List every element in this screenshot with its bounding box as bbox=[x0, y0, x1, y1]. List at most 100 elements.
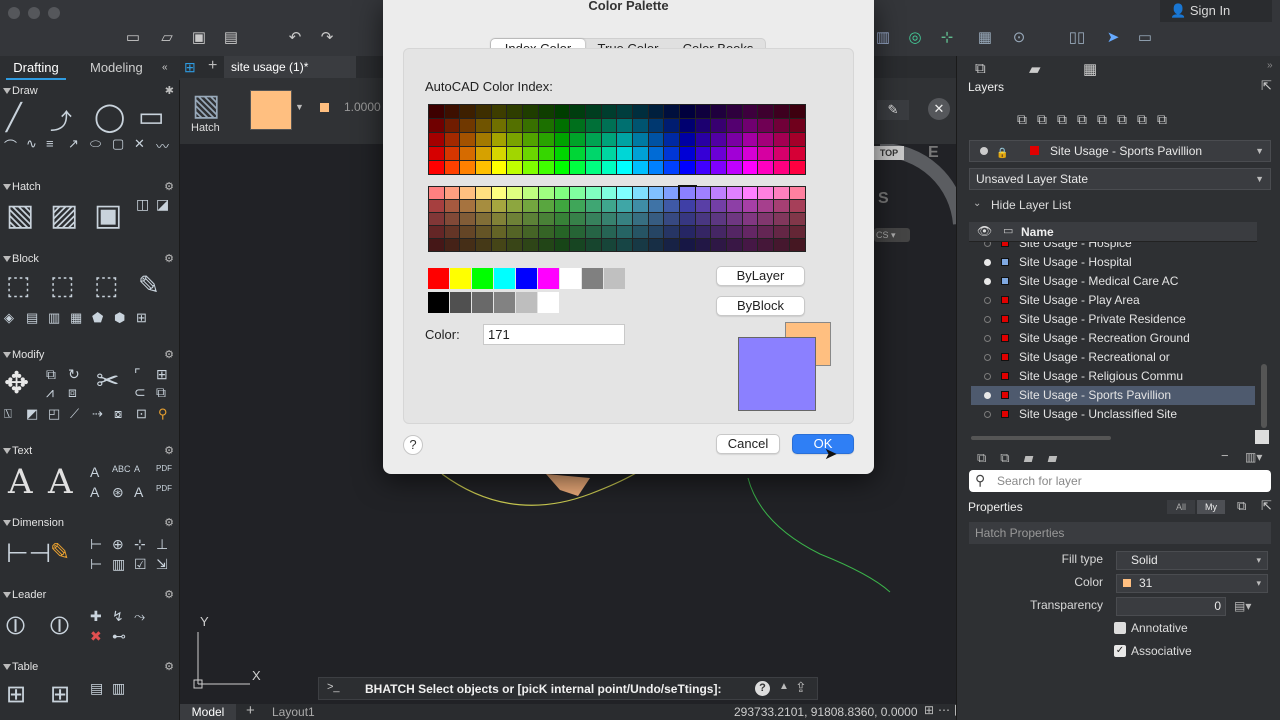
swatch-red[interactable] bbox=[428, 268, 449, 289]
extend-icon[interactable]: ⟋ bbox=[70, 406, 79, 422]
swatch-gray[interactable] bbox=[582, 268, 603, 289]
command-prompt-icon[interactable]: >_ bbox=[327, 681, 340, 693]
aci-swatch[interactable] bbox=[507, 200, 523, 212]
table-style-icon[interactable]: ▤ bbox=[90, 680, 103, 697]
aci-swatch[interactable] bbox=[507, 213, 523, 225]
layer-visibility-icon[interactable] bbox=[984, 354, 991, 361]
aci-swatch[interactable] bbox=[507, 239, 523, 251]
layer-visibility-icon[interactable] bbox=[984, 242, 991, 247]
aci-swatch[interactable] bbox=[491, 213, 507, 225]
multiline-text-icon[interactable]: A bbox=[8, 462, 33, 502]
aci-swatch[interactable] bbox=[680, 105, 695, 118]
aci-swatch[interactable] bbox=[507, 133, 523, 146]
attr-display-icon[interactable]: ⬢ bbox=[114, 310, 125, 326]
aci-swatch[interactable] bbox=[444, 213, 460, 225]
aci-swatch[interactable] bbox=[774, 200, 789, 212]
aci-swatch[interactable] bbox=[758, 187, 774, 199]
aci-swatch[interactable] bbox=[758, 147, 774, 160]
tab-site-usage[interactable]: site usage (1)* bbox=[224, 56, 356, 78]
bylayer-button[interactable]: ByLayer bbox=[716, 266, 805, 286]
aci-swatch[interactable] bbox=[632, 161, 648, 174]
aci-swatch[interactable] bbox=[742, 119, 758, 132]
aci-swatch[interactable] bbox=[476, 119, 491, 132]
layer-visibility-icon[interactable] bbox=[984, 392, 991, 399]
blocks-panel-icon[interactable]: ▰ bbox=[1029, 60, 1041, 78]
aci-swatch[interactable] bbox=[648, 105, 664, 118]
refresh-icon[interactable]: ◎ bbox=[906, 30, 924, 46]
align-icon[interactable]: ⧇ bbox=[114, 406, 122, 422]
layer-color-swatch[interactable] bbox=[1001, 315, 1009, 323]
close-window-button[interactable] bbox=[8, 7, 20, 19]
aci-swatch[interactable] bbox=[632, 239, 648, 251]
leader-edit-icon[interactable]: ⦶ bbox=[50, 610, 69, 642]
aci-swatch[interactable] bbox=[570, 147, 585, 160]
eye-icon[interactable]: 👁 bbox=[977, 224, 992, 238]
aci-swatch[interactable] bbox=[774, 147, 789, 160]
find-replace-icon[interactable]: A bbox=[90, 484, 99, 500]
aci-swatch[interactable] bbox=[711, 187, 727, 199]
aci-swatch[interactable] bbox=[727, 105, 742, 118]
aci-swatch[interactable] bbox=[570, 239, 585, 251]
aci-swatch[interactable] bbox=[617, 226, 632, 238]
scale-tool-icon[interactable]: ⧉ bbox=[156, 384, 166, 401]
swatch-white[interactable] bbox=[560, 268, 581, 289]
aci-swatch[interactable] bbox=[680, 133, 695, 146]
radius-dim-icon[interactable]: ⊕ bbox=[112, 536, 124, 553]
quick-select-icon[interactable]: ⧉ bbox=[1237, 498, 1246, 514]
swatch-cyan[interactable] bbox=[494, 268, 515, 289]
aci-swatch[interactable] bbox=[554, 200, 570, 212]
command-line[interactable]: >_ BHATCH Select objects or [picK intern… bbox=[318, 677, 818, 700]
aci-swatch[interactable] bbox=[570, 119, 585, 132]
align-leader-icon[interactable]: ↯ bbox=[112, 608, 124, 625]
aci-swatch[interactable] bbox=[695, 133, 711, 146]
layer-row[interactable]: Site Usage - Medical Care AC bbox=[971, 272, 1255, 291]
aci-swatch[interactable] bbox=[601, 105, 617, 118]
aci-swatch[interactable] bbox=[727, 119, 742, 132]
aci-swatch[interactable] bbox=[476, 226, 491, 238]
erase-icon[interactable]: ⍂ bbox=[4, 406, 12, 422]
aci-swatch[interactable] bbox=[523, 213, 538, 225]
collect-leader-icon[interactable]: ⤳ bbox=[134, 608, 145, 625]
aci-swatch[interactable] bbox=[648, 239, 664, 251]
layer-color-swatch[interactable] bbox=[1001, 242, 1009, 247]
aci-swatch[interactable] bbox=[554, 239, 570, 251]
aci-swatch[interactable] bbox=[429, 147, 444, 160]
aci-swatch[interactable] bbox=[507, 147, 523, 160]
aci-swatch[interactable] bbox=[742, 161, 758, 174]
popout-icon[interactable]: ⇱ bbox=[1261, 498, 1272, 514]
viewcube-east[interactable]: E bbox=[928, 144, 939, 162]
ray-tool-icon[interactable]: ↗ bbox=[68, 136, 79, 152]
aci-swatch[interactable] bbox=[789, 239, 805, 251]
layer-row[interactable]: Site Usage - Sports Pavillion bbox=[971, 386, 1255, 405]
share-icon[interactable]: ⊙ bbox=[1010, 30, 1028, 46]
aci-swatch[interactable] bbox=[789, 187, 805, 199]
tolerance-icon[interactable]: ▥ bbox=[112, 556, 125, 573]
layer-color-swatch[interactable] bbox=[1001, 410, 1009, 418]
aci-swatch[interactable] bbox=[758, 119, 774, 132]
gear-icon[interactable]: ⚙ bbox=[164, 442, 174, 460]
aci-swatch[interactable] bbox=[711, 105, 727, 118]
multileader-icon[interactable]: ⦶ bbox=[6, 610, 25, 642]
extract-icon[interactable]: ⊞ bbox=[136, 310, 147, 326]
aci-swatch[interactable] bbox=[664, 239, 679, 251]
aci-swatch[interactable] bbox=[789, 119, 805, 132]
annotative-checkbox[interactable] bbox=[1114, 622, 1126, 634]
aci-swatch-selected[interactable] bbox=[678, 185, 697, 201]
aci-swatch[interactable] bbox=[444, 147, 460, 160]
aci-swatch[interactable] bbox=[648, 119, 664, 132]
swatch-gray-250[interactable] bbox=[428, 292, 449, 313]
aci-swatch[interactable] bbox=[585, 213, 601, 225]
aci-swatch[interactable] bbox=[680, 147, 695, 160]
aci-swatch[interactable] bbox=[570, 200, 585, 212]
gear-icon[interactable]: ⚙ bbox=[164, 178, 174, 196]
aci-swatch[interactable] bbox=[711, 200, 727, 212]
aci-swatch[interactable] bbox=[476, 147, 491, 160]
break-icon[interactable]: ◰ bbox=[48, 406, 60, 422]
aci-swatch[interactable] bbox=[664, 226, 679, 238]
aci-swatch[interactable] bbox=[742, 226, 758, 238]
block-attribute-icon[interactable]: ✎ bbox=[138, 270, 160, 301]
dim-check-icon[interactable]: ☑ bbox=[134, 556, 147, 573]
aci-swatch[interactable] bbox=[680, 213, 695, 225]
region-tool-icon[interactable]: ◫ bbox=[136, 196, 149, 213]
tab-modeling[interactable]: Modeling bbox=[90, 56, 143, 80]
